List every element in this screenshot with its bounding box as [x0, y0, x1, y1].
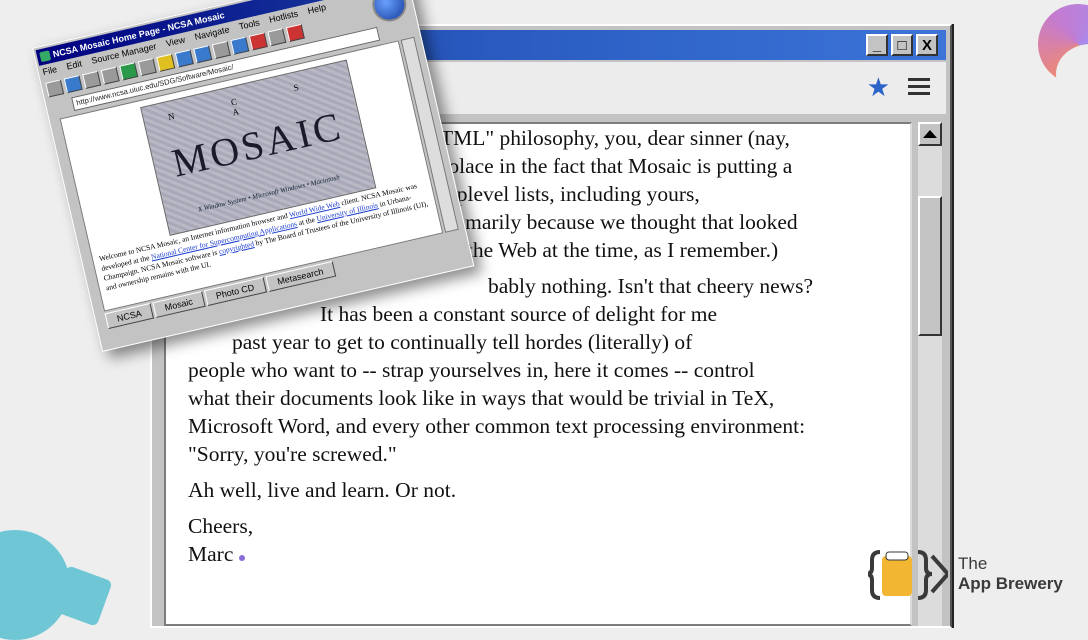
text-line: Microsoft Word, and every other common t… [188, 414, 806, 438]
text-line: "Sorry, you're screwed." [188, 442, 397, 466]
text-line: Primarily because we thought that looked [440, 210, 798, 234]
app-brewery-logo: The App Brewery [868, 548, 1088, 600]
hamburger-menu-icon[interactable] [908, 74, 930, 99]
paste-icon[interactable] [119, 61, 139, 80]
text-line: toplevel lists, including yours, [440, 182, 700, 206]
window-controls: _ □ X [866, 34, 938, 56]
closing-text: Cheers, [188, 514, 254, 538]
menu-file[interactable]: File [42, 64, 58, 77]
scroll-up-arrow-icon[interactable] [918, 122, 942, 146]
text-line: TML" philosophy, you, dear sinner (nay, [440, 126, 790, 150]
signature-text: Marc [188, 542, 234, 566]
close-button[interactable]: X [916, 34, 938, 56]
paragraph-3: Ah well, live and learn. Or not. [188, 478, 457, 502]
menu-help[interactable]: Help [307, 2, 327, 16]
brand-line-1: The [958, 554, 988, 573]
brand-line-2: App Brewery [958, 574, 1063, 593]
mosaic-app-icon [39, 50, 52, 63]
minimize-button[interactable]: _ [866, 34, 888, 56]
menu-edit[interactable]: Edit [65, 58, 82, 71]
hotlist-icon[interactable] [267, 27, 287, 46]
cursor-dot-icon [239, 555, 246, 561]
scrollbar-thumb[interactable] [918, 196, 942, 336]
text-line: what their documents look like in ways t… [188, 386, 775, 410]
copy-icon[interactable] [100, 66, 120, 85]
signature-line: Marc [188, 540, 888, 568]
text-line: solace in the fact that Mosaic is puttin… [440, 154, 793, 178]
forward-arrow-icon[interactable] [193, 44, 213, 63]
reload-icon[interactable] [230, 36, 250, 55]
help-icon[interactable] [156, 53, 176, 72]
stop-icon[interactable] [248, 31, 268, 51]
menu-view[interactable]: View [165, 35, 186, 49]
print-icon[interactable] [82, 70, 102, 89]
home-icon[interactable] [211, 40, 231, 59]
back-arrow-icon[interactable] [174, 48, 194, 68]
text-line: past year to get to continually tell hor… [232, 330, 693, 354]
bookmark-star-icon[interactable]: ★ [867, 74, 890, 100]
menu-tools[interactable]: Tools [238, 17, 261, 31]
open-folder-icon[interactable] [45, 78, 65, 98]
sign-off: Cheers, Marc [188, 512, 888, 568]
text-line: people who want to -- strap yourselves i… [188, 358, 755, 382]
decorative-blob-top-right [1038, 4, 1088, 104]
save-icon[interactable] [63, 74, 83, 93]
find-icon[interactable] [137, 57, 157, 76]
maximize-button[interactable]: □ [891, 34, 913, 56]
bookmark-icon[interactable] [285, 23, 305, 42]
text-line: on the Web at the time, as I remember.) [440, 238, 779, 262]
app-brewery-mark-icon [868, 550, 948, 600]
